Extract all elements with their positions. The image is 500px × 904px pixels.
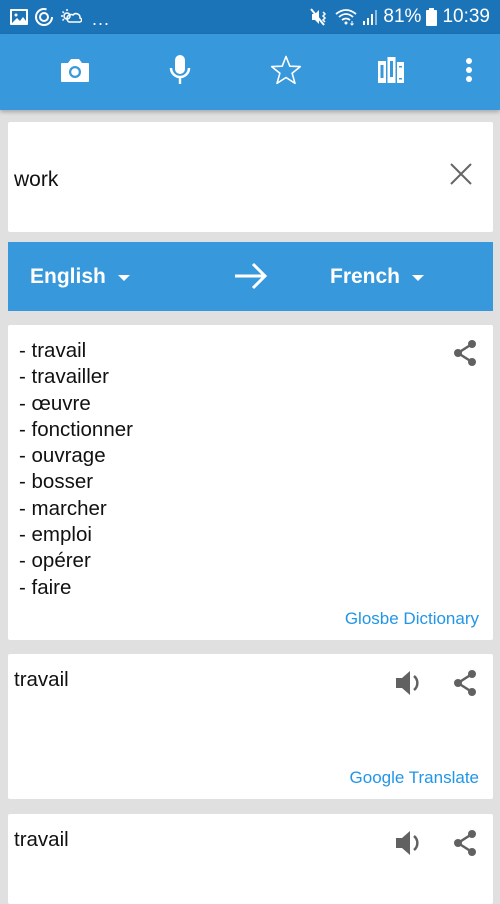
books-icon bbox=[377, 56, 405, 89]
share-icon bbox=[452, 829, 478, 862]
microphone-icon bbox=[169, 54, 191, 90]
arrow-right-icon bbox=[233, 262, 269, 296]
speaker-icon bbox=[394, 829, 424, 862]
language-bar: English French bbox=[8, 242, 493, 311]
camera-icon bbox=[60, 57, 90, 88]
list-item: - ouvrage bbox=[19, 444, 106, 468]
chevron-down-icon bbox=[117, 275, 130, 281]
signal-icon bbox=[362, 9, 378, 25]
google-translate-link[interactable]: Google Translate bbox=[350, 768, 479, 788]
input-card bbox=[8, 122, 493, 232]
search-input[interactable] bbox=[14, 168, 414, 192]
wifi-icon bbox=[335, 8, 357, 26]
list-item: - bosser bbox=[19, 470, 94, 494]
swap-languages-button[interactable] bbox=[233, 260, 269, 292]
list-item: - opérer bbox=[19, 549, 91, 573]
source-language-label: English bbox=[30, 264, 106, 288]
result-card-google: travail Google Translate bbox=[8, 654, 493, 799]
image-icon bbox=[10, 9, 28, 25]
list-item: - œuvre bbox=[19, 391, 91, 415]
voice-button[interactable] bbox=[152, 34, 208, 110]
clear-button[interactable] bbox=[445, 160, 477, 192]
source-language-dropdown[interactable]: English bbox=[30, 242, 130, 311]
result-card-glosbe: - travail - travailler - œuvre - fonctio… bbox=[8, 325, 493, 640]
list-item: - travailler bbox=[19, 365, 109, 389]
weather-icon bbox=[60, 8, 82, 26]
favorites-button[interactable] bbox=[258, 34, 314, 110]
speak-button[interactable] bbox=[391, 827, 427, 863]
library-button[interactable] bbox=[363, 34, 419, 110]
target-language-dropdown[interactable]: French bbox=[330, 242, 425, 311]
share-button[interactable] bbox=[447, 667, 483, 703]
camera-button[interactable] bbox=[47, 34, 103, 110]
status-right: 81% 10:39 bbox=[310, 6, 490, 28]
translation-text: travail bbox=[14, 668, 69, 691]
translation-list: - travail - travailler - œuvre - fonctio… bbox=[19, 338, 133, 601]
translation-text: travail bbox=[14, 828, 69, 851]
chevron-down-icon bbox=[412, 275, 425, 281]
list-item: - travail bbox=[19, 339, 87, 362]
share-button[interactable] bbox=[447, 337, 483, 373]
more-options-button[interactable] bbox=[441, 34, 497, 110]
status-left: ... bbox=[10, 5, 110, 30]
speak-button[interactable] bbox=[391, 667, 427, 703]
list-item: - emploi bbox=[19, 523, 92, 547]
share-icon bbox=[452, 339, 478, 372]
battery-percent: 81% bbox=[383, 6, 422, 27]
sync-icon bbox=[34, 7, 54, 27]
list-item: - faire bbox=[19, 575, 72, 599]
glosbe-dictionary-link[interactable]: Glosbe Dictionary bbox=[345, 609, 479, 629]
vibrate-mute-icon bbox=[310, 8, 330, 26]
more-vert-icon bbox=[465, 57, 473, 88]
share-icon bbox=[452, 669, 478, 702]
status-bar: ... 81% 10:39 bbox=[0, 0, 500, 34]
speaker-icon bbox=[394, 669, 424, 702]
share-button[interactable] bbox=[447, 827, 483, 863]
battery-icon bbox=[426, 8, 438, 26]
star-icon bbox=[270, 55, 302, 90]
list-item: - marcher bbox=[19, 496, 107, 520]
list-item: - fonctionner bbox=[19, 417, 133, 441]
clock: 10:39 bbox=[442, 6, 490, 27]
result-card-3: travail bbox=[8, 814, 493, 904]
status-overflow: ... bbox=[92, 8, 111, 29]
close-icon bbox=[450, 162, 472, 190]
app-toolbar bbox=[0, 34, 500, 110]
target-language-label: French bbox=[330, 264, 401, 288]
